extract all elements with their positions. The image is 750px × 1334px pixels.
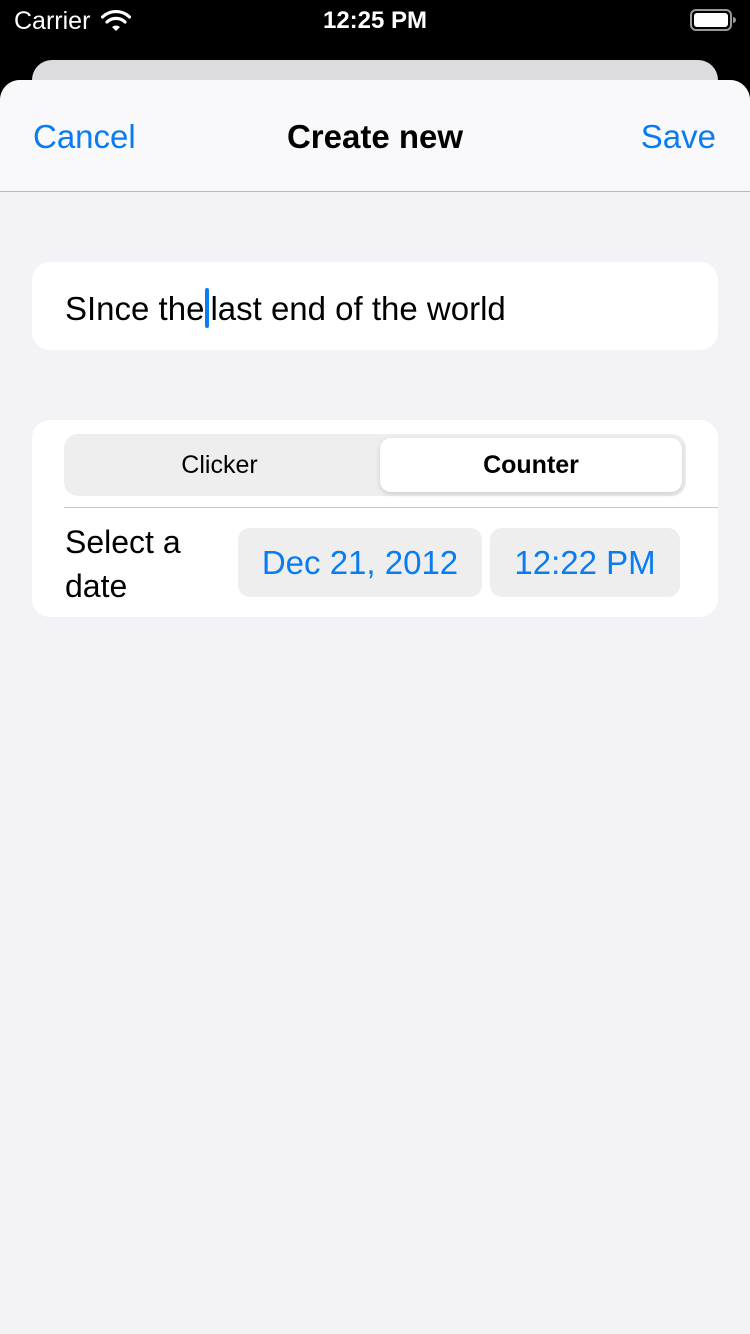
title-input-card[interactable]: SInce the last end of the world xyxy=(32,262,718,350)
segment-counter[interactable]: Counter xyxy=(380,438,682,492)
page-title: Create new xyxy=(286,118,464,155)
title-text-after-cursor: last end of the world xyxy=(210,290,506,327)
battery-icon xyxy=(690,9,736,31)
navigation-bar: Cancel Create new Save xyxy=(0,80,750,192)
segment-clicker[interactable]: Clicker xyxy=(64,434,375,496)
divider xyxy=(64,507,718,508)
status-time: 12:25 PM xyxy=(322,7,428,34)
create-new-sheet: Cancel Create new Save SInce the last end… xyxy=(0,80,750,1334)
title-text-before-cursor: SInce the xyxy=(65,290,205,327)
title-input[interactable]: SInce the last end of the world xyxy=(65,288,506,328)
type-segmented-control: Clicker Counter xyxy=(64,434,686,496)
status-bar: Carrier 12:25 PM xyxy=(0,0,750,40)
options-card: Clicker Counter Select a date Dec 21, 20… xyxy=(32,420,718,617)
save-button[interactable]: Save xyxy=(641,118,716,156)
date-label: Select a date xyxy=(65,524,181,604)
text-cursor xyxy=(205,288,210,328)
date-picker-button[interactable]: Dec 21, 2012 xyxy=(238,528,482,597)
time-picker-button[interactable]: 12:22 PM xyxy=(490,528,680,597)
